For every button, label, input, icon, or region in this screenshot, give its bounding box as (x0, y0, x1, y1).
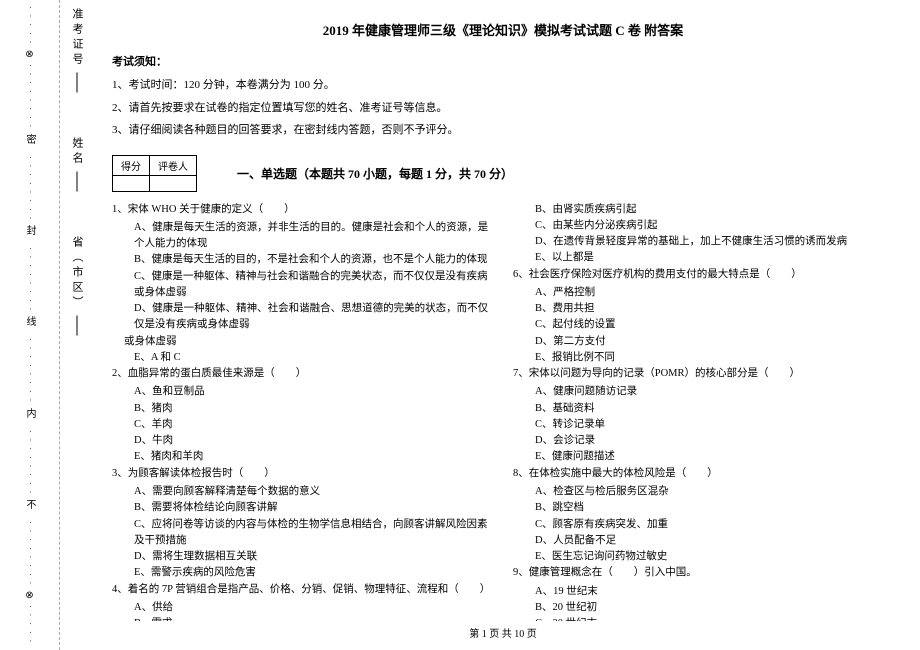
section-heading: 一、单选题（本题共 70 小题，每题 1 分，共 70 分） (237, 165, 513, 182)
question-option: C、顾客原有疾病突发、加重 (513, 517, 894, 533)
binding-dots: · · · · · · · · (26, 64, 34, 129)
notice-heading: 考试须知： (112, 53, 894, 69)
binding-seg: 内 (22, 408, 37, 426)
question-option: A、健康问题随访记录 (513, 384, 894, 400)
question-stem: 4、着名的 7P 营销组合是指产品、价格、分销、促销、物理特征、流程和（ ） (112, 582, 493, 598)
notice-item: 1、考试时间：120 分钟，本卷满分为 100 分。 (112, 77, 894, 94)
question-option: B、猪肉 (112, 401, 493, 417)
binding-dots: · · · · · · · · (26, 430, 34, 495)
scorebox-row: 得分 评卷人 一、单选题（本题共 70 小题，每题 1 分，共 70 分） (112, 155, 894, 192)
question-option: C、羊肉 (112, 417, 493, 433)
scorebox-table: 得分 评卷人 (112, 155, 197, 192)
page-root: · · · · · ⊗ · · · · · · · · 密 · · · · · … (0, 0, 920, 650)
question-option: A、供给 (112, 600, 493, 616)
question-option: D、会诊记录 (513, 433, 894, 449)
question-option: A、19 世纪末 (513, 584, 894, 600)
content-area: 2019 年健康管理师三级《理论知识》模拟考试试题 C 卷 附答案 考试须知： … (94, 0, 920, 650)
question-option: A、健康是每天生活的资源，并非生活的目的。健康是社会和个人的资源，是个人能力的体… (112, 220, 493, 253)
question-option: B、20 世纪初 (513, 600, 894, 616)
question-stem: 6、社会医疗保险对医疗机构的费用支付的最大特点是（ ） (513, 267, 894, 283)
question-option: C、起付线的设置 (513, 317, 894, 333)
question-stem: 2、血脂异常的蛋白质最佳来源是（ ） (112, 366, 493, 382)
question-stem: 7、宋体以问题为导向的记录（POMR）的核心部分是（ ） (513, 366, 894, 382)
question-option: A、严格控制 (513, 285, 894, 301)
question-option: C、转诊记录单 (513, 417, 894, 433)
binding-seg: 线 (22, 316, 37, 334)
question-option: D、健康是一种躯体、精神、社会和谐融合、思想道德的完美的状态，而不仅仅是没有疾病… (112, 301, 493, 334)
side-underline (77, 172, 78, 192)
side-underline (77, 73, 78, 93)
binding-marker: ⊗ (25, 590, 33, 601)
question-option: E、猪肉和羊肉 (112, 449, 493, 465)
notice-item: 3、请仔细阅读各种题目的回答要求，在密封线内答题，否则不予评分。 (112, 122, 894, 139)
question-option: C、健康是一种躯体、精神与社会和谐融合的完美状态，而不仅仅是没有疾病或身体虚弱 (112, 269, 493, 302)
side-underline (77, 316, 78, 336)
side-label-name: 姓名 (69, 137, 85, 167)
question-option: D、牛肉 (112, 433, 493, 449)
question-option: D、需将生理数据相互关联 (112, 549, 493, 565)
scorebox-cell (113, 175, 150, 191)
question-option: B、需要将体检结论向顾客讲解 (112, 500, 493, 516)
question-option: C、应将问卷等访谈的内容与体检的生物学信息相结合，向顾客讲解风险因素及干预措施 (112, 517, 493, 550)
side-label-examid: 准考证号 (69, 8, 85, 68)
binding-marker: ⊗ (25, 49, 33, 60)
question-option-cont: 或身体虚弱 (112, 334, 493, 350)
question-option: B、由肾实质疾病引起 (513, 202, 894, 218)
scorebox-head-score: 得分 (113, 155, 150, 175)
question-option: E、医生忘记询问药物过敏史 (513, 549, 894, 565)
question-option: A、鱼和豆制品 (112, 384, 493, 400)
question-stem: 8、在体检实施中最大的体检风险是（ ） (513, 466, 894, 482)
binding-dots: · · · · · (26, 605, 34, 644)
question-option: C、由某些内分泌疾病引起 (513, 218, 894, 234)
side-label-region: 省（市区） (69, 236, 85, 311)
binding-seg: 不 (22, 499, 37, 517)
question-option: E、健康问题描述 (513, 449, 894, 465)
question-option: D、在遗传背景轻度异常的基础上，加上不健康生活习惯的诱而发病 (513, 234, 894, 250)
question-option: B、跳空档 (513, 500, 894, 516)
page-footer: 第 1 页 共 10 页 (112, 625, 894, 640)
binding-dots: · · · · · · · · (26, 338, 34, 403)
question-option: A、需要向顾客解释清楚每个数据的意义 (112, 484, 493, 500)
question-option: B、费用共担 (513, 301, 894, 317)
notice-item: 2、请首先按要求在试卷的指定位置填写您的姓名、准考证号等信息。 (112, 100, 894, 117)
question-option: B、健康是每天生活的目的，不是社会和个人的资源，也不是个人能力的体现 (112, 252, 493, 268)
question-option: E、报销比例不同 (513, 350, 894, 366)
question-option: B、需求 (112, 616, 493, 621)
question-stem: 9、健康管理概念在（ ）引入中国。 (513, 565, 894, 581)
question-option: B、基础资料 (513, 401, 894, 417)
question-columns: 1、宋体 WHO 关于健康的定义（ ） A、健康是每天生活的资源，并非生活的目的… (112, 202, 894, 622)
question-stem: 3、为顾客解读体检报告时（ ） (112, 466, 493, 482)
question-option: D、人员配备不足 (513, 533, 894, 549)
scorebox-cell (150, 175, 197, 191)
question-option: E、A 和 C (112, 350, 493, 366)
question-option: E、以上都是 (513, 250, 894, 266)
binding-strip: · · · · · ⊗ · · · · · · · · 密 · · · · · … (0, 0, 60, 650)
column-left: 1、宋体 WHO 关于健康的定义（ ） A、健康是每天生活的资源，并非生活的目的… (112, 202, 493, 622)
column-right: B、由肾实质疾病引起 C、由某些内分泌疾病引起 D、在遗传背景轻度异常的基础上，… (513, 202, 894, 622)
binding-dots: · · · · · (26, 6, 34, 45)
question-option: D、第二方支付 (513, 334, 894, 350)
question-option: C、20 世纪末 (513, 616, 894, 621)
question-option: E、需警示疾病的风险危害 (112, 565, 493, 581)
page-title: 2019 年健康管理师三级《理论知识》模拟考试试题 C 卷 附答案 (112, 20, 894, 39)
binding-dots: · · · · · · · · (26, 156, 34, 221)
question-stem: 1、宋体 WHO 关于健康的定义（ ） (112, 202, 493, 218)
scorebox-head-grader: 评卷人 (150, 155, 197, 175)
side-label-column: 准考证号 姓名 省（市区） (60, 0, 94, 650)
binding-seg: 密 (22, 134, 37, 152)
binding-dots: · · · · · · · · (26, 521, 34, 586)
question-option: A、检查区与检后服务区混杂 (513, 484, 894, 500)
binding-dots: · · · · · · · · (26, 247, 34, 312)
binding-seg: 封 (22, 225, 37, 243)
exam-notice: 考试须知： 1、考试时间：120 分钟，本卷满分为 100 分。 2、请首先按要… (112, 53, 894, 145)
